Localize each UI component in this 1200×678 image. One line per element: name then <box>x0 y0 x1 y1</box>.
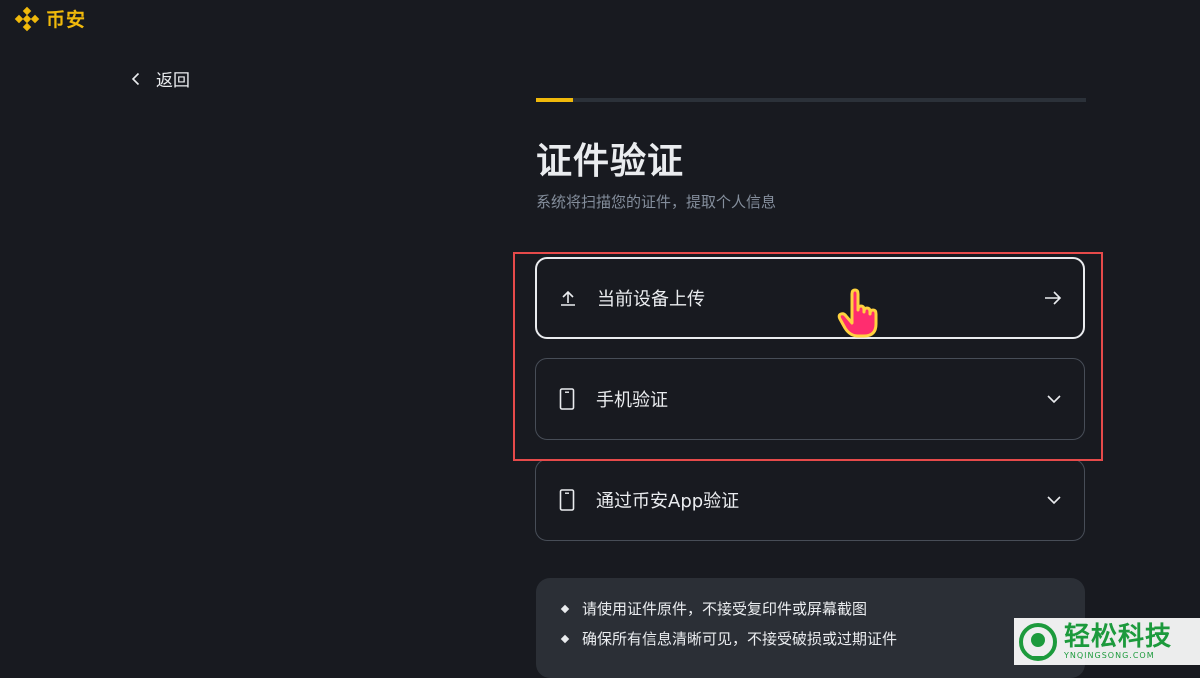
page-title: 证件验证 <box>536 141 685 182</box>
notice-item: 请使用证件原件，不接受复印件或屏幕截图 <box>560 598 1059 619</box>
phone-verification-option[interactable]: 手机验证 <box>535 358 1085 440</box>
step-progress-bar <box>536 98 1086 102</box>
upload-from-device-label: 当前设备上传 <box>597 289 705 310</box>
binance-logo-icon <box>14 6 40 31</box>
app-verification-label: 通过币安App验证 <box>596 491 740 512</box>
phone-verification-label: 手机验证 <box>596 390 668 411</box>
arrow-right-icon <box>1045 291 1062 305</box>
notice-item-text: 确保所有信息清晰可见，不接受破损或过期证件 <box>582 630 898 648</box>
bullet-icon <box>560 634 570 643</box>
bullet-icon <box>560 604 570 613</box>
chevron-left-icon <box>131 72 140 85</box>
back-label: 返回 <box>156 71 190 91</box>
upload-from-device-option[interactable]: 当前设备上传 <box>535 257 1085 339</box>
document-requirements-notice: 请使用证件原件，不接受复印件或屏幕截图 确保所有信息清晰可见，不接受破损或过期证… <box>536 578 1085 678</box>
chevron-down-icon <box>1047 395 1061 404</box>
app-verification-option[interactable]: 通过币安App验证 <box>535 459 1085 541</box>
upload-icon <box>557 287 579 309</box>
watermark-logo-icon <box>1019 622 1057 661</box>
brand-name: 币安 <box>46 9 87 31</box>
phone-icon <box>556 489 578 511</box>
notice-item-text: 请使用证件原件，不接受复印件或屏幕截图 <box>582 600 868 618</box>
phone-icon <box>556 388 578 410</box>
back-button[interactable]: 返回 <box>128 66 190 91</box>
brand-logo[interactable]: 币安 <box>14 5 86 32</box>
watermark-subtext: YNQINGSONG.COM <box>1064 651 1155 660</box>
page-subtitle: 系统将扫描您的证件，提取个人信息 <box>536 193 777 211</box>
chevron-down-icon <box>1047 496 1061 505</box>
hand-pointer-icon <box>837 288 878 338</box>
watermark-text: 轻松科技 <box>1064 622 1173 652</box>
notice-item: 确保所有信息清晰可见，不接受破损或过期证件 <box>560 628 1059 649</box>
watermark: 轻松科技 YNQINGSONG.COM <box>1014 618 1200 665</box>
step-progress-fill <box>536 98 573 102</box>
